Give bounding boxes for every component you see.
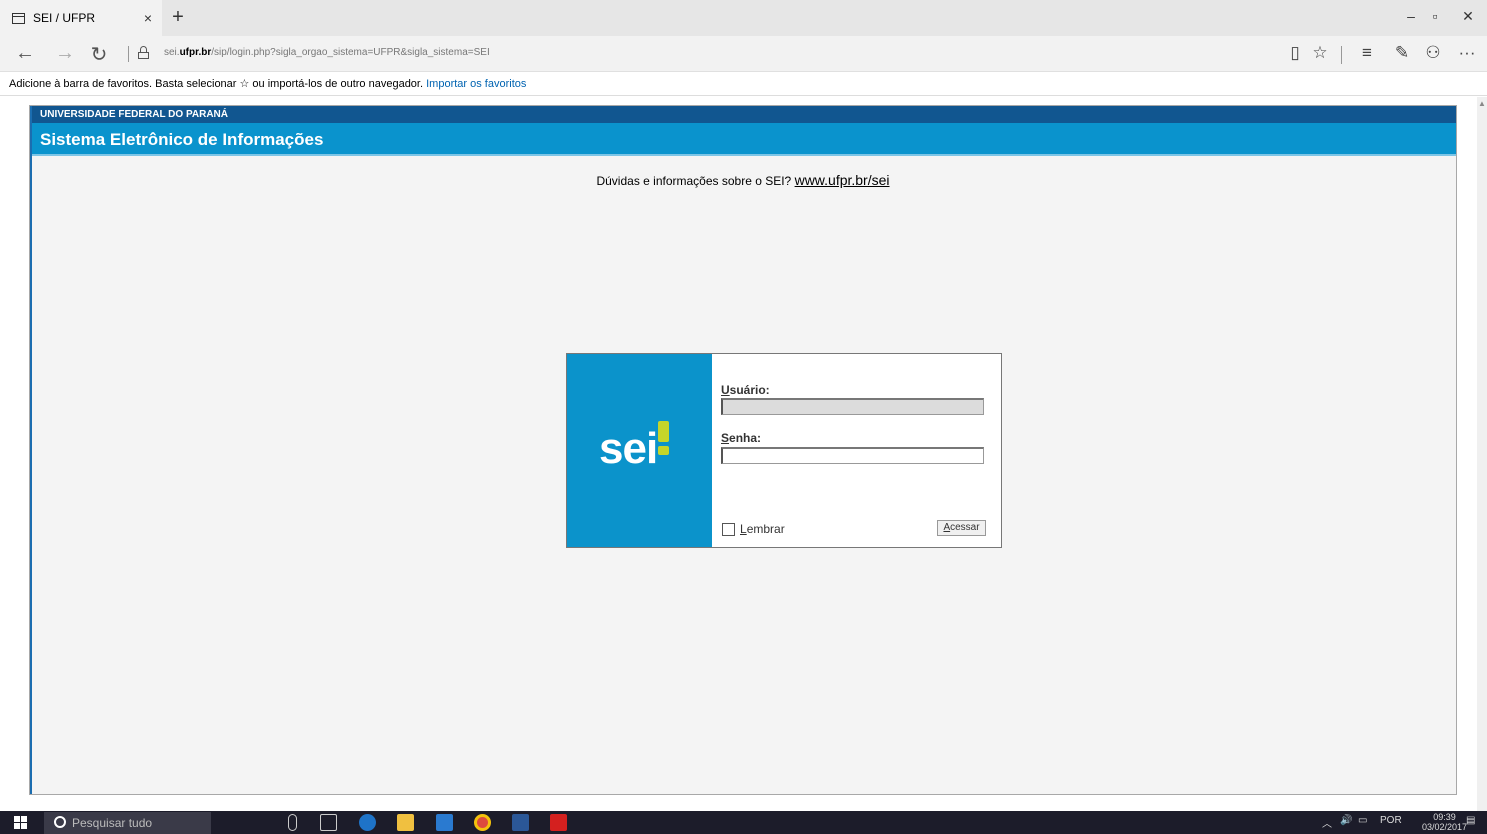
network-icon[interactable]: ▭	[1358, 815, 1367, 826]
logo-panel: sei	[567, 354, 712, 547]
info-text: Dúvidas e informações sobre o SEI?	[596, 174, 792, 188]
new-tab-button[interactable]: +	[168, 6, 188, 29]
page-content: UNIVERSIDADE FEDERAL DO PARANÁ Sistema E…	[0, 97, 1477, 811]
login-box: sei Usuário: Senha: Lembrar Acessar	[566, 353, 1002, 548]
remember-accesskey: L	[740, 522, 747, 536]
notifications-icon[interactable]: ▤	[1466, 815, 1475, 826]
address-separator	[128, 46, 129, 62]
password-label: Senha:	[721, 431, 761, 445]
info-line: Dúvidas e informações sobre o SEI? www.u…	[30, 172, 1456, 188]
tab-close-button[interactable]: ×	[144, 10, 152, 26]
password-label-text: enha:	[729, 431, 762, 445]
explorer-icon[interactable]	[397, 814, 414, 831]
store-icon[interactable]	[436, 814, 453, 831]
hub-icon[interactable]: ≡	[1355, 43, 1379, 63]
taskbar-search[interactable]: Pesquisar tudo	[44, 812, 211, 834]
password-input[interactable]	[721, 447, 984, 464]
logo-exclamation-icon	[658, 421, 669, 455]
language-indicator[interactable]: POR	[1380, 815, 1402, 826]
taskbar: Pesquisar tudo ︿ 🔊 ▭ POR 09:39 03/02/201…	[0, 811, 1487, 834]
forward-arrow-icon[interactable]: →	[53, 42, 77, 65]
url-path: /sip/login.php?sigla_orgao_sistema=UFPR&…	[211, 47, 490, 58]
reading-view-icon[interactable]: ▯	[1283, 43, 1307, 63]
frame-left-border	[30, 106, 32, 794]
scroll-up-icon[interactable]: ▲	[1478, 99, 1486, 108]
user-label: Usuário:	[721, 383, 770, 397]
clock-time: 09:39	[1433, 812, 1456, 822]
tab-page-icon	[12, 12, 25, 24]
address-bar: ← → ↻ sei.ufpr.br/sip/login.php?sigla_or…	[0, 36, 1487, 72]
url-field[interactable]: sei.ufpr.br/sip/login.php?sigla_orgao_si…	[164, 47, 490, 58]
windows-start-icon[interactable]	[14, 816, 28, 829]
web-note-icon[interactable]: ✎	[1390, 43, 1414, 63]
favorites-hint: Adicione à barra de favoritos. Basta sel…	[9, 78, 424, 90]
remember-label: Lembrar	[740, 522, 785, 536]
tab-sei-ufpr[interactable]: SEI / UFPR ×	[0, 0, 162, 36]
acrobat-icon[interactable]	[550, 814, 567, 831]
sei-info-link[interactable]: www.ufpr.br/sei	[795, 172, 890, 188]
close-window-button[interactable]: ✕	[1453, 8, 1483, 25]
submit-button[interactable]: Acessar	[937, 520, 986, 536]
search-circle-icon	[54, 816, 66, 828]
remember-text: embrar	[746, 522, 785, 536]
favorite-star-icon[interactable]: ☆	[1308, 43, 1332, 63]
org-header: UNIVERSIDADE FEDERAL DO PARANÁ	[30, 106, 1456, 123]
favorites-bar: Adicione à barra de favoritos. Basta sel…	[0, 72, 1487, 96]
tab-title: SEI / UFPR	[33, 11, 96, 25]
restore-button[interactable]: ▫	[1420, 8, 1450, 24]
lock-icon	[138, 46, 149, 59]
microphone-icon[interactable]	[288, 814, 297, 831]
clock[interactable]: 09:39 03/02/2017	[1422, 812, 1467, 832]
volume-icon[interactable]: 🔊	[1340, 815, 1352, 826]
clock-date: 03/02/2017	[1422, 822, 1468, 832]
password-label-accesskey: S	[721, 431, 730, 445]
url-prefix: sei.	[164, 47, 180, 58]
page-scrollbar[interactable]: ▲	[1477, 97, 1487, 811]
more-icon[interactable]: ···	[1455, 43, 1479, 63]
back-arrow-icon[interactable]: ←	[13, 42, 37, 65]
refresh-icon[interactable]: ↻	[87, 42, 111, 67]
system-title: Sistema Eletrônico de Informações	[30, 123, 1456, 156]
edge-icon[interactable]	[359, 814, 376, 831]
search-placeholder: Pesquisar tudo	[72, 816, 153, 830]
share-icon[interactable]: ⚇	[1421, 43, 1445, 63]
word-icon[interactable]	[512, 814, 529, 831]
chrome-icon[interactable]	[474, 814, 491, 831]
url-domain: ufpr.br	[179, 47, 212, 58]
user-input[interactable]	[721, 398, 984, 415]
title-bar: SEI / UFPR × + – ▫ ✕	[0, 0, 1487, 36]
submit-text: cessar	[950, 522, 980, 533]
sei-logo: sei	[599, 424, 658, 473]
sei-frame: UNIVERSIDADE FEDERAL DO PARANÁ Sistema E…	[29, 105, 1457, 795]
task-view-icon[interactable]	[320, 814, 337, 831]
import-favorites-link[interactable]: Importar os favoritos	[426, 78, 526, 90]
toolbar-separator	[1341, 46, 1342, 64]
remember-option[interactable]: Lembrar	[722, 522, 785, 536]
remember-checkbox[interactable]	[722, 522, 735, 536]
tray-chevron-icon[interactable]: ︿	[1322, 815, 1332, 830]
user-label-accesskey: U	[721, 383, 730, 397]
user-label-text: suário:	[729, 383, 770, 397]
